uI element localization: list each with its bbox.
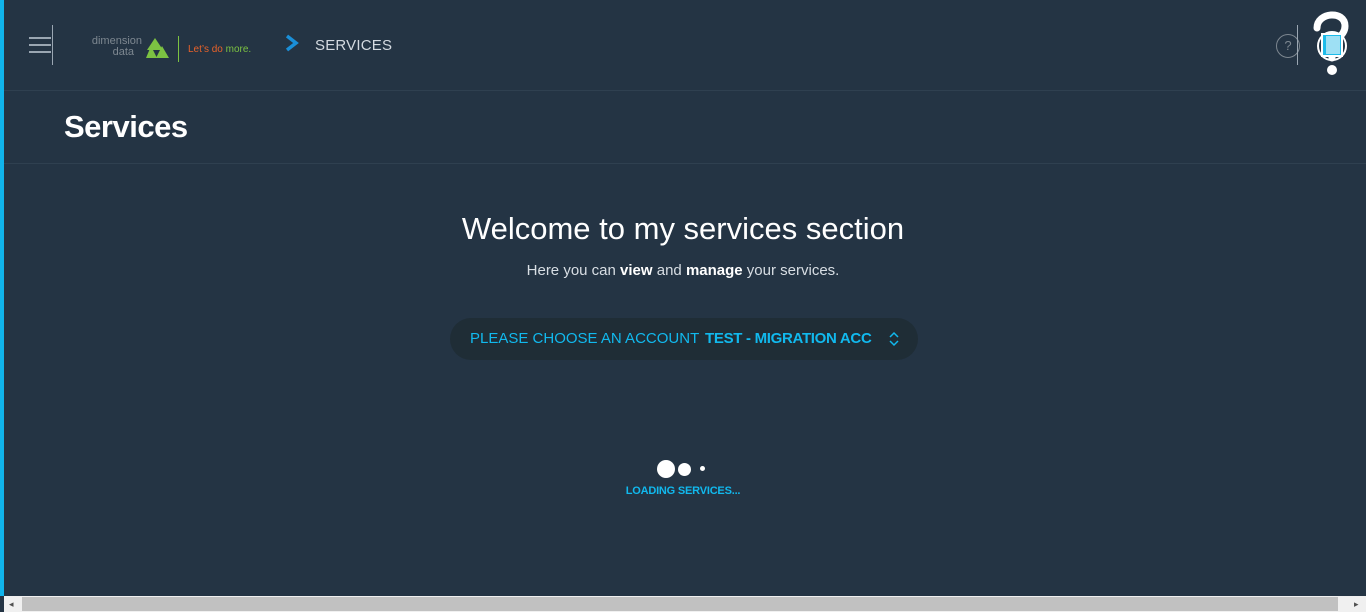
logo-separator [178,36,179,62]
hamburger-icon[interactable] [29,37,51,54]
loading-spinner [657,460,717,478]
account-selector[interactable]: PLEASE CHOOSE AN ACCOUNT TEST - MIGRATIO… [450,318,918,360]
divider-right [1297,25,1298,65]
subtitle-manage: manage [685,262,743,279]
horizontal-scrollbar[interactable]: ◂ ▸ [4,596,1366,612]
subtitle-view: view [620,262,653,279]
help-question-icon[interactable] [1307,6,1355,80]
logo-slogan: Let’s do more. [188,44,251,55]
top-bar: dimension data Let’s do more. SERVICES ? [4,0,1366,91]
subtitle-mid: and [652,262,686,279]
triangle-logo-icon [146,38,169,58]
divider [52,25,53,65]
subtitle-post: your services. [742,262,840,279]
scroll-left-icon[interactable]: ◂ [9,599,14,610]
account-label: PLEASE CHOOSE AN ACCOUNT [470,330,700,347]
loading-text: LOADING SERVICES... [625,485,741,497]
dimension-data-logo[interactable]: dimension data Let’s do more. [80,36,262,64]
page-header: Services [4,91,1366,164]
up-down-chevron-icon [889,331,899,347]
logo-wordmark: dimension data [80,36,142,58]
page-title: Services [64,109,188,144]
welcome-subtitle: Here you can view and manage your servic… [0,262,1366,279]
subtitle-pre: Here you can [526,262,621,279]
loader-dot [657,460,675,478]
welcome-heading: Welcome to my services section [461,211,905,246]
scroll-right-icon[interactable]: ▸ [1354,599,1359,610]
chevron-right-icon [285,34,299,52]
breadcrumb-current[interactable]: SERVICES [315,37,392,54]
scrollbar-thumb[interactable] [22,597,1338,611]
account-selected: TEST - MIGRATION ACC [705,330,872,347]
loader-dot [700,466,705,471]
slogan-part-a: Let’s do [188,44,226,55]
slogan-part-b: more. [225,44,252,55]
logo-line2: data [112,46,134,58]
loader-dot [678,463,691,476]
